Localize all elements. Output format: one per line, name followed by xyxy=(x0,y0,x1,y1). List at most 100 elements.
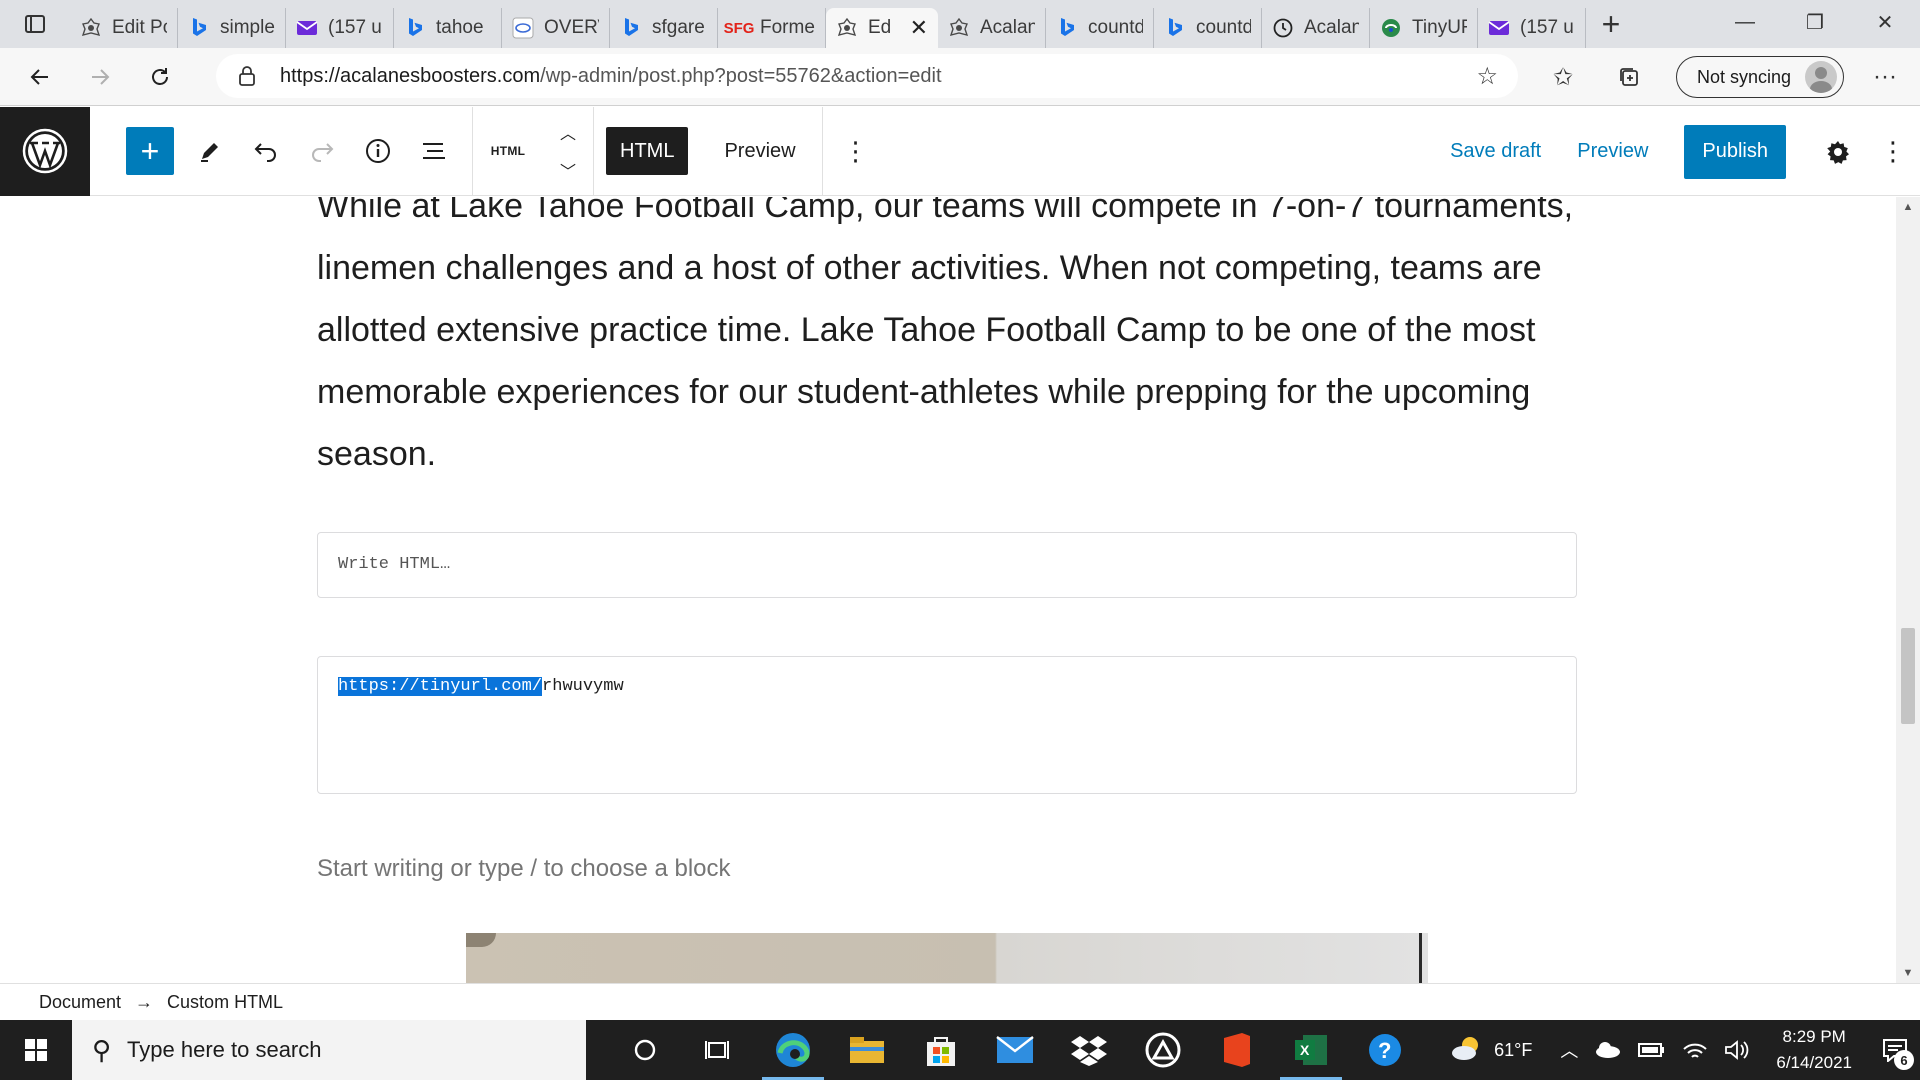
tools-edit-button[interactable] xyxy=(182,123,238,179)
tab-list: Edit Po simple (157 u tahoe OVERV sfgare SFG Fo… xyxy=(70,0,1586,48)
cortana-icon[interactable] xyxy=(608,1020,682,1080)
browser-tab[interactable]: Acalan xyxy=(1262,8,1370,48)
mail-app-icon[interactable] xyxy=(978,1020,1052,1080)
block-options-more-icon[interactable]: ⋮ xyxy=(829,123,883,179)
tinyurl-icon xyxy=(1380,17,1402,39)
details-button[interactable] xyxy=(350,123,406,179)
browser-tab[interactable]: tahoe xyxy=(394,8,502,48)
tab-actions-button[interactable] xyxy=(0,0,70,48)
wifi-icon[interactable] xyxy=(1674,1020,1716,1080)
refresh-button[interactable] xyxy=(130,52,190,102)
profile-sync-button[interactable]: Not syncing xyxy=(1676,56,1845,98)
new-tab-button[interactable]: + xyxy=(1586,0,1636,48)
move-up-chevron-icon[interactable]: ︿ xyxy=(560,120,576,144)
scroll-up-arrow-icon[interactable]: ▲ xyxy=(1896,197,1920,217)
browser-tab[interactable]: simple xyxy=(178,8,286,48)
weather-temperature: 61°F xyxy=(1494,1039,1533,1060)
collections-icon[interactable] xyxy=(1596,52,1662,102)
tab-title: countd xyxy=(1196,17,1251,38)
show-hidden-icons-chevron-icon[interactable]: ︿ xyxy=(1552,1020,1586,1080)
weather-widget[interactable]: 61°F xyxy=(1442,1020,1540,1080)
custom-html-block-empty[interactable]: Write HTML… xyxy=(317,532,1577,598)
browser-tab[interactable]: countd xyxy=(1046,8,1154,48)
browser-tab[interactable]: Ed ✕ xyxy=(826,8,938,48)
html-mode-tab[interactable]: HTML xyxy=(606,127,689,175)
onedrive-cloud-icon[interactable] xyxy=(1586,1020,1630,1080)
taskbar-search-input[interactable]: ⚲ Type here to search xyxy=(72,1020,586,1080)
html-textarea[interactable]: https://tinyurl.com/rhwuvymw xyxy=(338,677,624,696)
tab-title: simple xyxy=(220,17,275,38)
tab-title: sfgare xyxy=(652,17,705,38)
block-type-switcher[interactable]: HTML xyxy=(473,144,543,158)
close-window-button[interactable]: ✕ xyxy=(1850,0,1920,44)
custom-html-block[interactable]: https://tinyurl.com/rhwuvymw xyxy=(317,656,1577,794)
security-app-icon[interactable] xyxy=(1126,1020,1200,1080)
help-icon[interactable]: ? xyxy=(1348,1020,1422,1080)
breadcrumb-custom-html[interactable]: Custom HTML xyxy=(167,992,283,1013)
bing-icon xyxy=(1164,17,1186,39)
block-movers: ︿ ﹀ xyxy=(543,107,593,196)
volume-icon[interactable] xyxy=(1716,1020,1758,1080)
content-scrollbar[interactable]: ▲ ▼ xyxy=(1896,197,1920,983)
editor-options-more-icon[interactable]: ⋮ xyxy=(1866,124,1920,180)
undo-button[interactable] xyxy=(238,123,294,179)
unselected-text: rhwuvymw xyxy=(542,677,624,696)
task-view-icon[interactable] xyxy=(682,1020,756,1080)
settings-more-icon[interactable]: ··· xyxy=(1856,52,1914,102)
preview-button[interactable]: Preview xyxy=(1577,140,1648,163)
restore-button[interactable]: ❐ xyxy=(1780,0,1850,44)
browser-tab[interactable]: sfgare xyxy=(610,8,718,48)
settings-gear-icon[interactable] xyxy=(1810,124,1866,180)
list-view-button[interactable] xyxy=(406,123,462,179)
breadcrumb-document[interactable]: Document xyxy=(39,992,121,1013)
file-explorer-icon[interactable] xyxy=(830,1020,904,1080)
office-icon[interactable] xyxy=(1200,1020,1274,1080)
paragraph-block[interactable]: While at Lake Tahoe Football Camp, our t… xyxy=(317,197,1577,485)
battery-icon[interactable] xyxy=(1630,1020,1674,1080)
publish-button[interactable]: Publish xyxy=(1684,124,1786,179)
browser-tab[interactable]: SFG Forme xyxy=(718,8,826,48)
pencil-icon xyxy=(201,143,218,162)
windows-start-icon[interactable] xyxy=(0,1020,72,1080)
browser-tab[interactable]: Edit Po xyxy=(70,8,178,48)
lock-icon[interactable] xyxy=(234,63,260,89)
acalanes-crest-icon xyxy=(836,17,858,39)
browser-tab[interactable]: Acalan xyxy=(938,8,1046,48)
browser-tab[interactable]: OVERV xyxy=(502,8,610,48)
notification-center-icon[interactable]: 6 xyxy=(1870,1020,1920,1080)
wordpress-logo-icon[interactable] xyxy=(0,106,90,196)
selected-text: https://tinyurl.com/ xyxy=(338,677,543,696)
image-block[interactable] xyxy=(466,933,1428,983)
search-icon: ⚲ xyxy=(92,1034,112,1065)
edge-browser-icon[interactable] xyxy=(756,1020,830,1080)
scroll-down-arrow-icon[interactable]: ▼ xyxy=(1896,963,1920,983)
url-field[interactable]: https://acalanesboosters.com/wp-admin/po… xyxy=(216,54,1518,98)
dropbox-icon[interactable] xyxy=(1052,1020,1126,1080)
browser-tab[interactable]: (157 u xyxy=(286,8,394,48)
back-button[interactable] xyxy=(10,52,70,102)
favorites-icon[interactable]: ✩ xyxy=(1530,52,1596,102)
system-clock[interactable]: 8:29 PM 6/14/2021 xyxy=(1758,1024,1870,1076)
info-icon xyxy=(366,139,390,163)
browser-tab[interactable]: TinyUR xyxy=(1370,8,1478,48)
redo-button[interactable] xyxy=(294,123,350,179)
close-tab-icon[interactable]: ✕ xyxy=(910,15,928,41)
bing-icon xyxy=(620,17,642,39)
history-icon xyxy=(1272,17,1294,39)
clock-date: 6/14/2021 xyxy=(1776,1053,1852,1072)
block-inserter-button[interactable]: + xyxy=(126,127,174,175)
scrollbar-thumb[interactable] xyxy=(1901,628,1915,724)
forward-button[interactable] xyxy=(70,52,130,102)
excel-icon[interactable]: X xyxy=(1274,1020,1348,1080)
block-appender-placeholder[interactable]: Start writing or type / to choose a bloc… xyxy=(317,855,731,883)
microsoft-store-icon[interactable] xyxy=(904,1020,978,1080)
add-favorite-icon[interactable]: ☆ xyxy=(1476,62,1498,91)
minimize-button[interactable]: — xyxy=(1710,0,1780,44)
html-textarea-placeholder[interactable]: Write HTML… xyxy=(338,555,450,574)
move-down-chevron-icon[interactable]: ﹀ xyxy=(560,158,576,182)
save-draft-button[interactable]: Save draft xyxy=(1450,140,1541,163)
preview-mode-tab[interactable]: Preview xyxy=(704,127,815,175)
browser-tab[interactable]: (157 u xyxy=(1478,8,1586,48)
tab-title: Acalan xyxy=(1304,17,1359,38)
browser-tab[interactable]: countd xyxy=(1154,8,1262,48)
